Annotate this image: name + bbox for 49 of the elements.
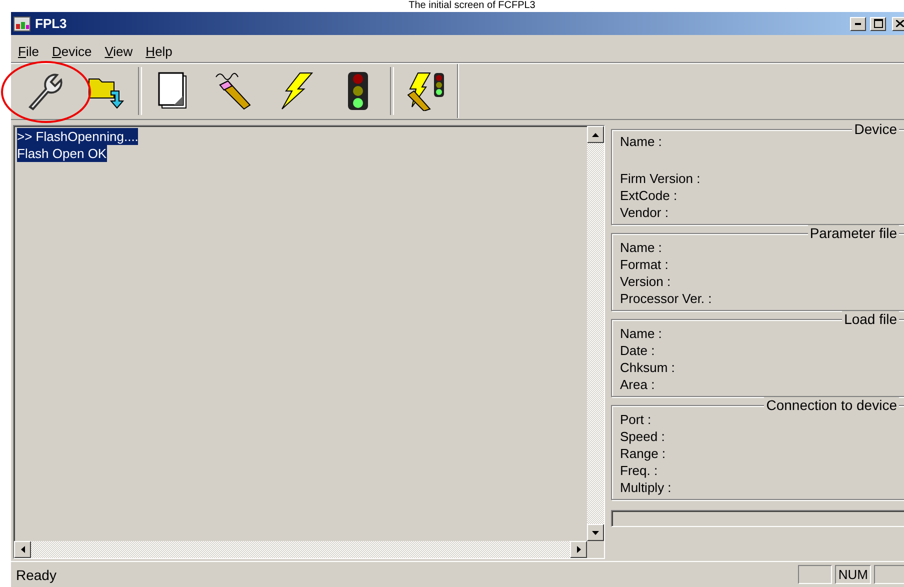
field-label: Name : xyxy=(620,133,663,150)
horizontal-scrollbar[interactable] xyxy=(14,541,587,558)
field-label: Freq. : xyxy=(620,462,659,479)
down-arrow-icon xyxy=(592,530,599,534)
field-label: Vendor : xyxy=(620,204,670,221)
group-title: Device xyxy=(852,121,899,137)
field-label: Port : xyxy=(620,411,652,428)
field-label: Chksum : xyxy=(620,359,676,376)
right-arrow-icon xyxy=(576,546,580,553)
group-title: Parameter file xyxy=(808,225,899,241)
field-label: Area : xyxy=(620,376,656,393)
field-label: Version : xyxy=(620,273,672,290)
vertical-scrollbar[interactable] xyxy=(587,126,604,541)
menu-item[interactable]: Help xyxy=(138,44,178,58)
field-label: Name : xyxy=(620,325,663,342)
menu-item[interactable]: Device xyxy=(44,44,98,58)
app-icon xyxy=(13,16,31,32)
minimize-icon xyxy=(855,22,861,24)
maximize-button[interactable] xyxy=(870,16,886,30)
close-icon xyxy=(896,20,904,27)
up-arrow-icon xyxy=(592,132,599,136)
field-label: Name : xyxy=(620,239,663,256)
status-pane xyxy=(874,565,904,584)
menu-item[interactable]: File xyxy=(11,44,45,58)
scroll-right-button[interactable] xyxy=(570,541,587,558)
blank-page-icon xyxy=(157,71,189,111)
field-label: Format : xyxy=(620,256,670,273)
field-label: Speed : xyxy=(620,428,666,445)
field-label: ExtCode : xyxy=(620,187,678,204)
field-label: Multiply : xyxy=(620,479,672,496)
caption-text: The initial screen of FCFPL3 xyxy=(408,0,536,11)
status-text: Ready xyxy=(16,566,58,582)
group-title: Load file xyxy=(842,311,899,327)
group-title: Connection to device xyxy=(764,397,899,413)
close-button[interactable] xyxy=(892,16,904,30)
status-pane xyxy=(798,565,832,584)
field-label: Date : xyxy=(620,342,656,359)
field-label: Processor Ver. : xyxy=(620,290,713,307)
scroll-down-button[interactable] xyxy=(587,524,604,541)
status-indicator: NUM xyxy=(835,565,871,584)
scroll-up-button[interactable] xyxy=(587,126,604,143)
menu-item[interactable]: View xyxy=(98,44,139,58)
scroll-left-button[interactable] xyxy=(14,541,31,558)
left-arrow-icon xyxy=(20,546,24,553)
minimize-button[interactable] xyxy=(850,16,866,30)
field-label: Firm Version : xyxy=(620,170,702,187)
window-title: FPL3 xyxy=(35,16,68,31)
maximize-icon xyxy=(874,19,882,28)
field-label: Range : xyxy=(620,445,667,462)
